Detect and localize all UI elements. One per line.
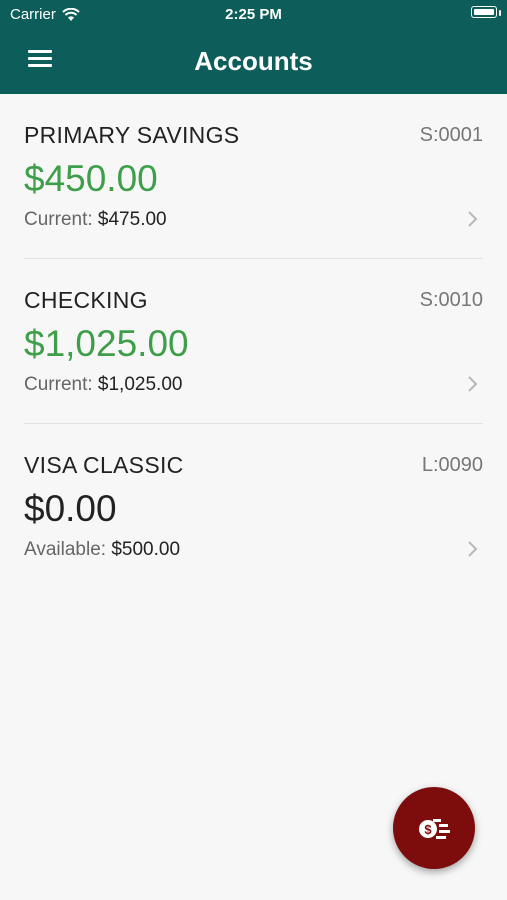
account-balance: $0.00 xyxy=(24,488,117,529)
account-code: L:0090 xyxy=(421,454,483,476)
account-sub-label: Current: xyxy=(24,209,93,230)
app-header: Carrier 2:25 PM Accounts xyxy=(0,0,507,94)
account-code: S:0001 xyxy=(419,124,483,146)
account-row-visa-classic[interactable]: VISA CLASSIC L:0090 $0.00 Available: $50… xyxy=(24,424,483,588)
chevron-right-icon xyxy=(468,541,478,557)
status-time: 2:25 PM xyxy=(225,6,282,23)
account-code: S:0010 xyxy=(419,289,483,311)
account-subline: Current: $1,025.00 xyxy=(24,374,182,396)
account-sub-label: Current: xyxy=(24,374,93,395)
account-sub-value: $500.00 xyxy=(111,539,181,560)
account-sub-value: $1,025.00 xyxy=(97,374,183,395)
account-subline: Current: $475.00 xyxy=(24,209,167,231)
account-sub-value: $475.00 xyxy=(97,209,167,230)
transfer-money-icon: $ xyxy=(419,819,450,839)
account-name: PRIMARY SAVINGS xyxy=(24,122,240,148)
account-name: CHECKING xyxy=(24,287,148,313)
status-bar: Carrier 2:25 PM xyxy=(0,0,507,28)
battery-nub xyxy=(499,10,501,16)
account-name: VISA CLASSIC xyxy=(24,452,184,478)
chevron-right-icon xyxy=(468,376,478,392)
transfer-money-button[interactable]: $ xyxy=(393,787,475,869)
account-subline: Available: $500.00 xyxy=(24,539,180,561)
account-row-checking[interactable]: CHECKING S:0010 $1,025.00 Current: $1,02… xyxy=(24,259,483,424)
page-title: Accounts xyxy=(194,46,313,76)
account-balance: $1,025.00 xyxy=(24,323,189,364)
account-row-primary-savings[interactable]: PRIMARY SAVINGS S:0001 $450.00 Current: … xyxy=(24,94,483,259)
battery-icon xyxy=(471,6,497,18)
account-sub-label: Available: xyxy=(24,539,107,560)
svg-text:$: $ xyxy=(424,822,432,837)
account-list: PRIMARY SAVINGS S:0001 $450.00 Current: … xyxy=(0,94,507,588)
account-balance: $450.00 xyxy=(24,158,158,199)
chevron-right-icon xyxy=(468,211,478,227)
